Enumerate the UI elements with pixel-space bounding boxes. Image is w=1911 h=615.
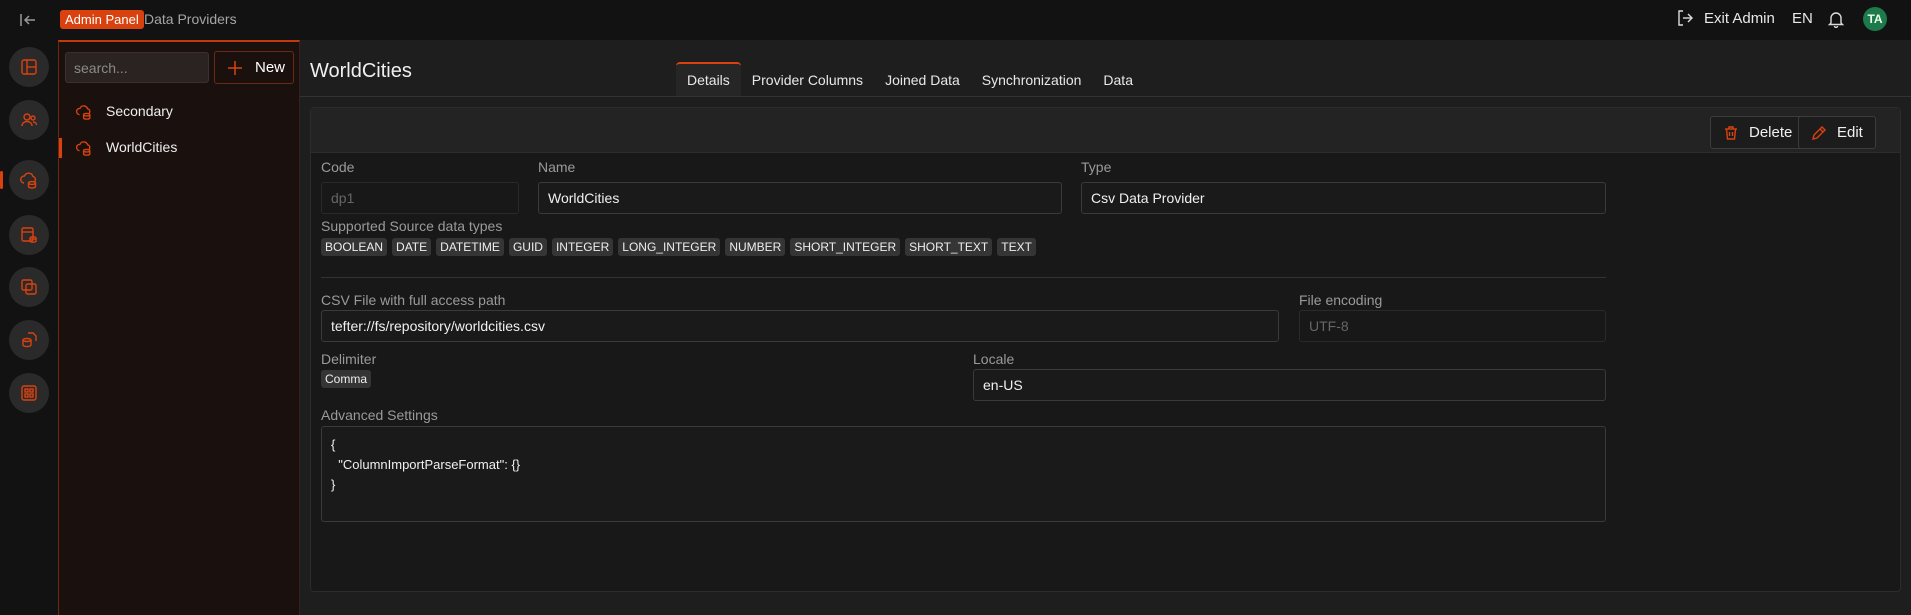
name-field[interactable]: WorldCities: [538, 182, 1062, 214]
trash-icon: [1725, 125, 1737, 140]
list-item-label: WorldCities: [106, 139, 178, 155]
advanced-settings-textarea[interactable]: { "ColumnImportParseFormat": {} }: [321, 426, 1606, 522]
type-chip: DATE: [392, 238, 432, 256]
exit-admin-button[interactable]: Exit Admin: [1676, 9, 1775, 27]
csv-path-field[interactable]: tefter://fs/repository/worldcities.csv: [321, 310, 1279, 342]
file-encoding-label: File encoding: [1299, 292, 1383, 308]
card-toolbar: Delete Edit: [311, 108, 1900, 153]
rail-dashboard-button[interactable]: [9, 47, 49, 87]
bell-icon[interactable]: [1827, 10, 1847, 30]
cloud-database-icon: [20, 172, 37, 189]
section-divider: [321, 277, 1606, 278]
search-input[interactable]: search...: [65, 52, 209, 83]
delimiter-label: Delimiter: [321, 351, 377, 367]
pencil-icon: [1812, 125, 1826, 140]
users-icon: [21, 113, 38, 127]
type-chip: GUID: [508, 238, 547, 256]
type-chip: NUMBER: [725, 238, 786, 256]
language-selector[interactable]: EN: [1792, 10, 1813, 27]
type-chip: INTEGER: [551, 238, 614, 256]
file-database-icon: [22, 332, 37, 348]
locale-label: Locale: [973, 351, 1015, 367]
code-field: dp1: [321, 182, 519, 214]
rail-files-button[interactable]: [9, 320, 49, 360]
edit-label: Edit: [1837, 124, 1863, 141]
rail-spaces-button[interactable]: [9, 267, 49, 307]
rail-data-tables-button[interactable]: [9, 215, 49, 255]
nav-rail: [0, 40, 58, 615]
list-item-selected[interactable]: WorldCities: [59, 131, 299, 165]
file-encoding-field: UTF-8: [1299, 310, 1606, 342]
list-item[interactable]: Secondary: [59, 95, 299, 129]
provider-list-panel: search... New Secondary WorldCities: [58, 40, 300, 615]
delimiter-chip: Comma: [321, 370, 372, 388]
page-title: WorldCities: [310, 60, 412, 82]
type-field[interactable]: Csv Data Provider: [1081, 182, 1606, 214]
rail-data-providers-button[interactable]: [9, 160, 49, 200]
breadcrumb: Data Providers: [144, 11, 237, 27]
avatar[interactable]: TA: [1863, 7, 1887, 31]
delete-label: Delete: [1749, 124, 1793, 141]
type-chip: BOOLEAN: [321, 238, 388, 256]
tab-synchronization[interactable]: Synchronization: [971, 62, 1093, 97]
top-bar: Admin Panel Data Providers Exit Admin EN…: [0, 0, 1911, 40]
main-content: WorldCities Details Provider Columns Joi…: [300, 40, 1911, 615]
selected-indicator: [59, 138, 62, 158]
exit-icon: [1678, 10, 1693, 26]
type-chip: LONG_INTEGER: [618, 238, 721, 256]
admin-panel-badge: Admin Panel: [60, 10, 144, 29]
rail-active-indicator: [0, 171, 3, 189]
details-card: Delete Edit Code dp1 Name WorldCities Ty…: [310, 107, 1901, 592]
tab-details[interactable]: Details: [676, 62, 741, 97]
plus-icon: [228, 60, 242, 75]
new-provider-button[interactable]: New: [214, 51, 294, 84]
supported-types-label: Supported Source data types: [321, 218, 503, 234]
rail-users-button[interactable]: [9, 100, 49, 140]
delete-button[interactable]: Delete: [1710, 116, 1806, 149]
type-chip: DATETIME: [436, 238, 504, 256]
tab-provider-columns[interactable]: Provider Columns: [741, 62, 874, 97]
type-chip: SHORT_INTEGER: [790, 238, 901, 256]
type-chip: TEXT: [997, 238, 1036, 256]
layout-icon: [21, 59, 37, 75]
tab-joined-data[interactable]: Joined Data: [874, 62, 971, 97]
table-database-icon: [21, 227, 37, 243]
tabs-divider: [300, 96, 1911, 97]
new-label: New: [255, 59, 286, 76]
locale-field[interactable]: en-US: [973, 369, 1606, 401]
exit-admin-label: Exit Admin: [1704, 9, 1775, 27]
rail-apps-button[interactable]: [9, 373, 49, 413]
list-item-label: Secondary: [106, 103, 173, 119]
type-chip: SHORT_TEXT: [905, 238, 993, 256]
collapse-sidebar-icon[interactable]: [18, 10, 38, 30]
type-label: Type: [1081, 159, 1112, 175]
tab-data[interactable]: Data: [1092, 62, 1144, 97]
code-label: Code: [321, 159, 355, 175]
csv-path-label: CSV File with full access path: [321, 292, 506, 308]
tab-bar: Details Provider Columns Joined Data Syn…: [676, 62, 1144, 97]
copy-icon: [21, 279, 37, 295]
edit-button[interactable]: Edit: [1798, 116, 1876, 149]
cloud-database-icon: [75, 141, 91, 156]
name-label: Name: [538, 159, 576, 175]
advanced-settings-label: Advanced Settings: [321, 407, 438, 423]
grid-icon: [21, 385, 37, 401]
cloud-database-icon: [75, 105, 91, 120]
supported-types-list: BOOLEAN DATE DATETIME GUID INTEGER LONG_…: [321, 238, 1036, 256]
